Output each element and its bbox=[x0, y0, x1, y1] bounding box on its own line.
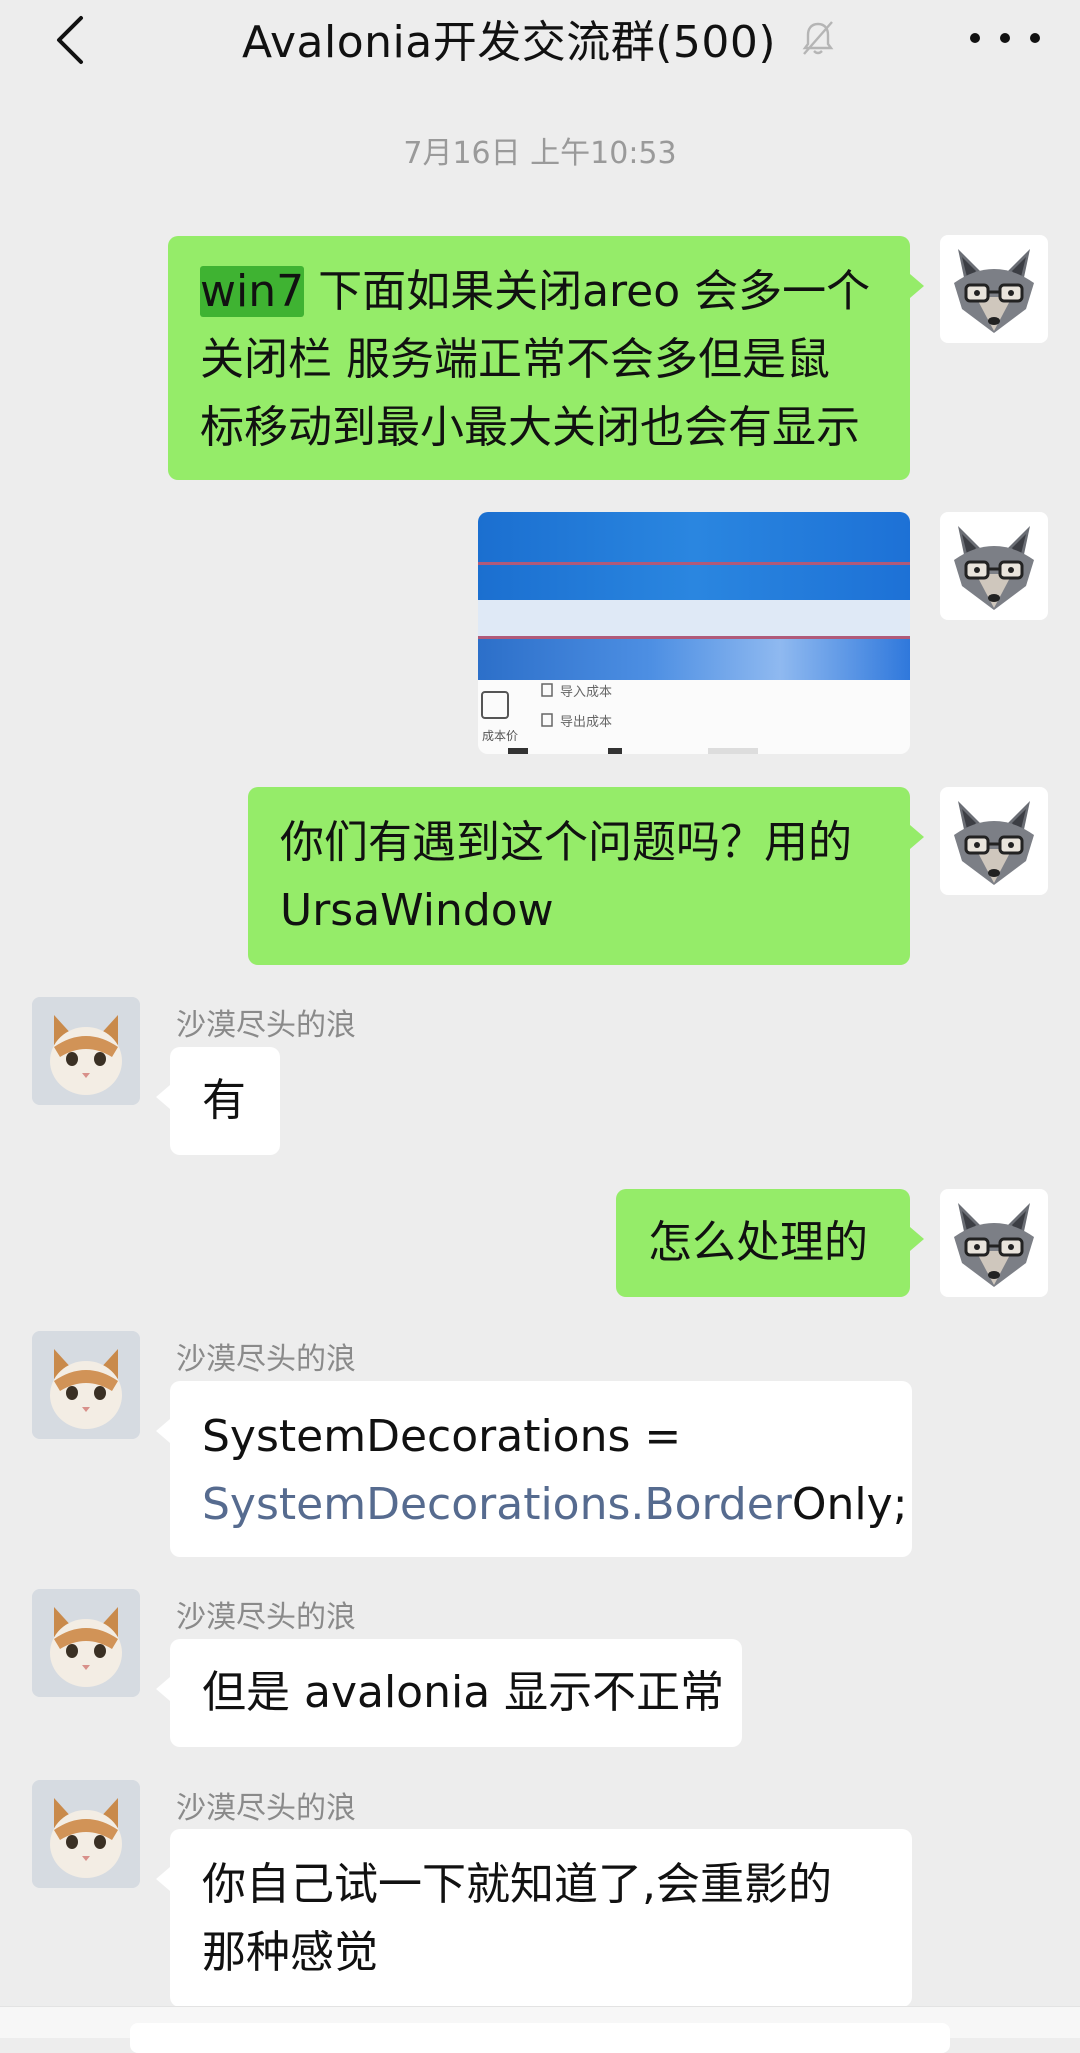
message-input[interactable] bbox=[130, 2023, 950, 2053]
avatar[interactable] bbox=[32, 1331, 140, 1439]
chat-header: Avalonia开发交流群(500) bbox=[0, 0, 1080, 80]
chat-title[interactable]: Avalonia开发交流群(500) bbox=[242, 6, 776, 70]
bell-muted-icon bbox=[802, 21, 834, 55]
code-link[interactable]: SystemDecorations.Border bbox=[202, 1479, 792, 1530]
sender-name: 沙漠尽头的浪 bbox=[176, 1791, 356, 1826]
message-bubble-received[interactable]: 你自己试一下就知道了,会重影的 那种感觉 bbox=[156, 1829, 912, 2007]
avatar[interactable] bbox=[32, 1589, 140, 1697]
svg-text:导出成本: 导出成本 bbox=[560, 715, 612, 730]
more-dots-icon bbox=[970, 33, 980, 43]
message-bubble-received[interactable]: 但是 avalonia 显示不正常 bbox=[156, 1639, 742, 1747]
image-message[interactable]: 成本价 导入成本 导出成本 bbox=[478, 512, 910, 754]
avatar[interactable] bbox=[32, 997, 140, 1105]
avatar[interactable] bbox=[32, 1780, 140, 1888]
message-timestamp: 7月16日 上午10:53 bbox=[403, 136, 677, 171]
sender-name: 沙漠尽头的浪 bbox=[176, 1008, 356, 1043]
cat-avatar-icon bbox=[32, 1589, 140, 1697]
wolf-avatar-icon bbox=[954, 249, 1034, 333]
input-bar bbox=[0, 2006, 1080, 2053]
sender-name: 沙漠尽头的浪 bbox=[176, 1342, 356, 1377]
wolf-avatar-icon bbox=[954, 801, 1034, 885]
wolf-avatar-icon bbox=[954, 1203, 1034, 1287]
more-options-button[interactable] bbox=[970, 18, 1040, 58]
avatar[interactable] bbox=[940, 512, 1048, 620]
wolf-avatar-icon bbox=[954, 526, 1034, 610]
avatar[interactable] bbox=[940, 235, 1048, 343]
cat-avatar-icon bbox=[32, 1331, 140, 1439]
sender-name: 沙漠尽头的浪 bbox=[176, 1600, 356, 1635]
message-bubble-sent[interactable]: 怎么处理的 bbox=[616, 1189, 924, 1297]
avatar[interactable] bbox=[940, 787, 1048, 895]
svg-text:导入成本: 导入成本 bbox=[560, 685, 612, 700]
message-bubble-received[interactable]: 有 bbox=[156, 1047, 280, 1155]
screenshot-image: 成本价 导入成本 导出成本 bbox=[478, 512, 910, 754]
message-bubble-sent[interactable]: win7 下面如果关闭areo 会多一个 关闭栏 服务端正常不会多但是鼠 标移动… bbox=[168, 236, 924, 480]
cat-avatar-icon bbox=[32, 1780, 140, 1888]
avatar[interactable] bbox=[940, 1189, 1048, 1297]
highlighted-text: win7 bbox=[200, 266, 305, 317]
svg-text:成本价: 成本价 bbox=[482, 729, 518, 743]
message-bubble-sent[interactable]: 你们有遇到这个问题吗？用的 UrsaWindow bbox=[248, 787, 924, 965]
message-bubble-received[interactable]: SystemDecorations = SystemDecorations.Bo… bbox=[156, 1381, 912, 1557]
cat-avatar-icon bbox=[32, 997, 140, 1105]
